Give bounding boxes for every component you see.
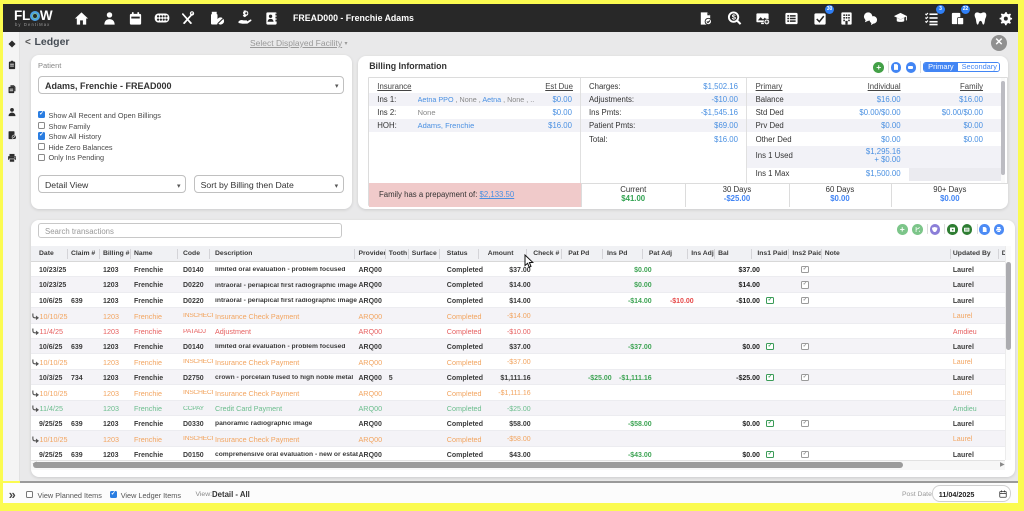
svg-text:$: $ bbox=[242, 11, 246, 18]
